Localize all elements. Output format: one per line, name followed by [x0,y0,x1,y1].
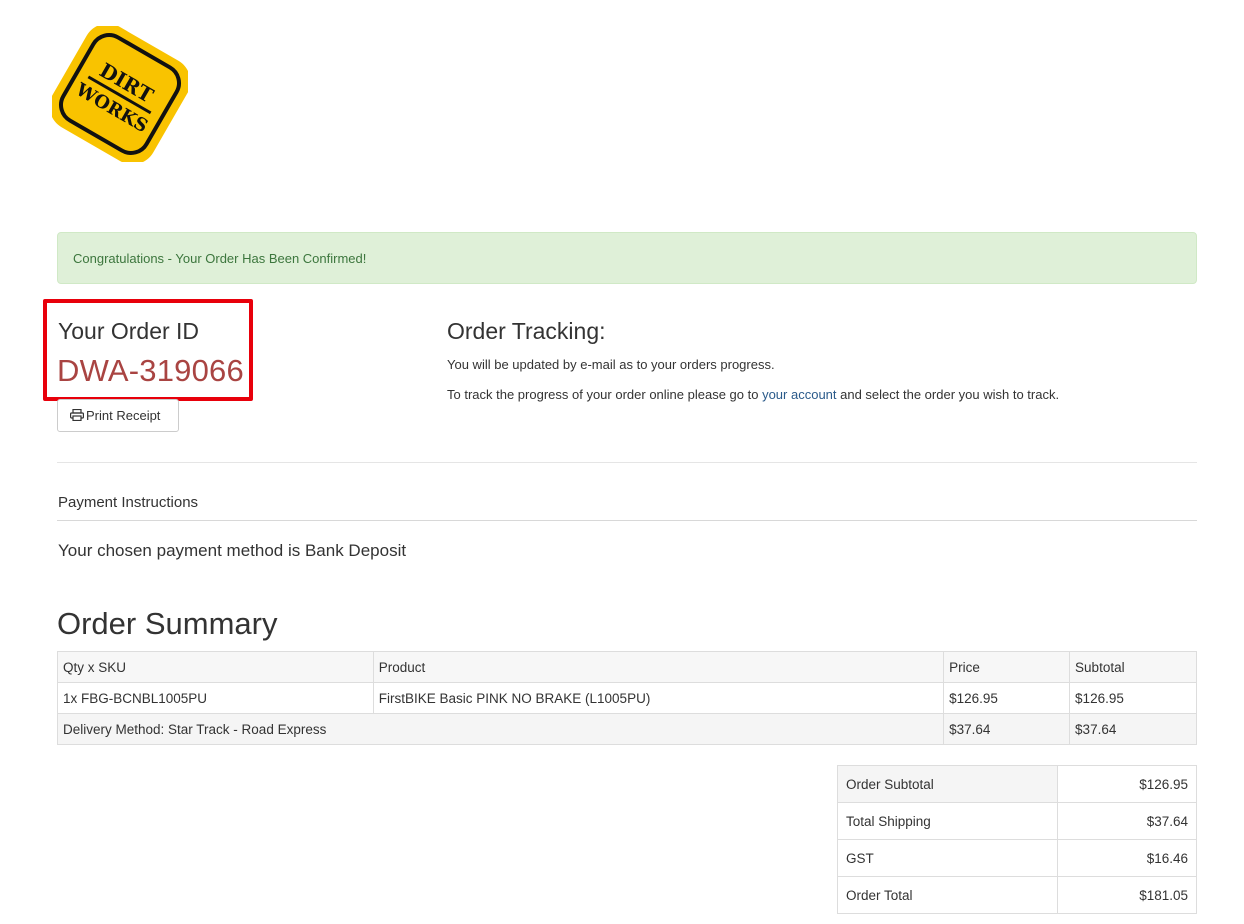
tracking-text-before: To track the progress of your order onli… [447,387,763,402]
totals-row: Order Subtotal $126.95 [837,765,1197,803]
col-header-subtotal: Subtotal [1069,651,1197,683]
order-totals-table: Order Subtotal $126.95 Total Shipping $3… [837,765,1197,914]
order-id-value: DWA-319066 [57,353,244,388]
totals-row: GST $16.46 [837,839,1197,877]
order-total-value: $181.05 [1057,876,1197,914]
order-tracking-title: Order Tracking: [447,318,606,344]
gst-label: GST [837,839,1058,877]
delivery-row: Delivery Method: Star Track - Road Expre… [56,713,1197,745]
totals-row: Order Total $181.05 [837,876,1197,914]
tracking-info-text: You will be updated by e-mail as to your… [447,357,775,372]
table-header-row: Qty x SKU Product Price Subtotal [57,651,1197,683]
order-subtotal-label: Order Subtotal [837,765,1058,803]
section-divider [57,462,1197,463]
dirt-works-logo[interactable]: DIRT WORKS [52,26,188,162]
print-receipt-button[interactable]: Print Receipt [57,399,179,432]
alert-text: Congratulations - Your Order Has Been Co… [73,251,367,266]
tracking-text-after: and select the order you wish to track. [836,387,1060,402]
payment-instructions-title: Payment Instructions [58,494,199,511]
order-confirmed-alert: Congratulations - Your Order Has Been Co… [57,232,1197,284]
order-summary-title: Order Summary [57,606,278,641]
delivery-method: Delivery Method: Star Track - Road Expre… [56,713,945,745]
item-price: $126.95 [943,682,1071,714]
col-header-price: Price [943,651,1071,683]
delivery-subtotal: $37.64 [1069,713,1197,745]
order-subtotal-value: $126.95 [1057,765,1197,803]
printer-icon [70,409,84,421]
item-subtotal: $126.95 [1069,682,1197,714]
order-items-table: Qty x SKU Product Price Subtotal 1x FBG-… [56,651,1197,745]
col-header-product: Product [372,651,945,683]
print-receipt-label: Print Receipt [86,408,161,423]
order-total-label: Order Total [837,876,1058,914]
totals-row: Total Shipping $37.64 [837,802,1197,840]
total-shipping-label: Total Shipping [837,802,1058,840]
payment-divider [57,520,1197,521]
total-shipping-value: $37.64 [1057,802,1197,840]
order-id-label: Your Order ID [58,318,200,344]
gst-value: $16.46 [1057,839,1197,877]
item-qty-sku: 1x FBG-BCNBL1005PU [57,682,374,714]
your-account-link[interactable]: your account [762,387,836,402]
delivery-price: $37.64 [943,713,1071,745]
item-product: FirstBIKE Basic PINK NO BRAKE (L1005PU) [372,682,945,714]
table-row: 1x FBG-BCNBL1005PU FirstBIKE Basic PINK … [57,682,1197,714]
payment-method-text: Your chosen payment method is Bank Depos… [58,541,407,560]
tracking-instructions: To track the progress of your order onli… [447,387,1059,402]
col-header-qty-sku: Qty x SKU [57,651,374,683]
